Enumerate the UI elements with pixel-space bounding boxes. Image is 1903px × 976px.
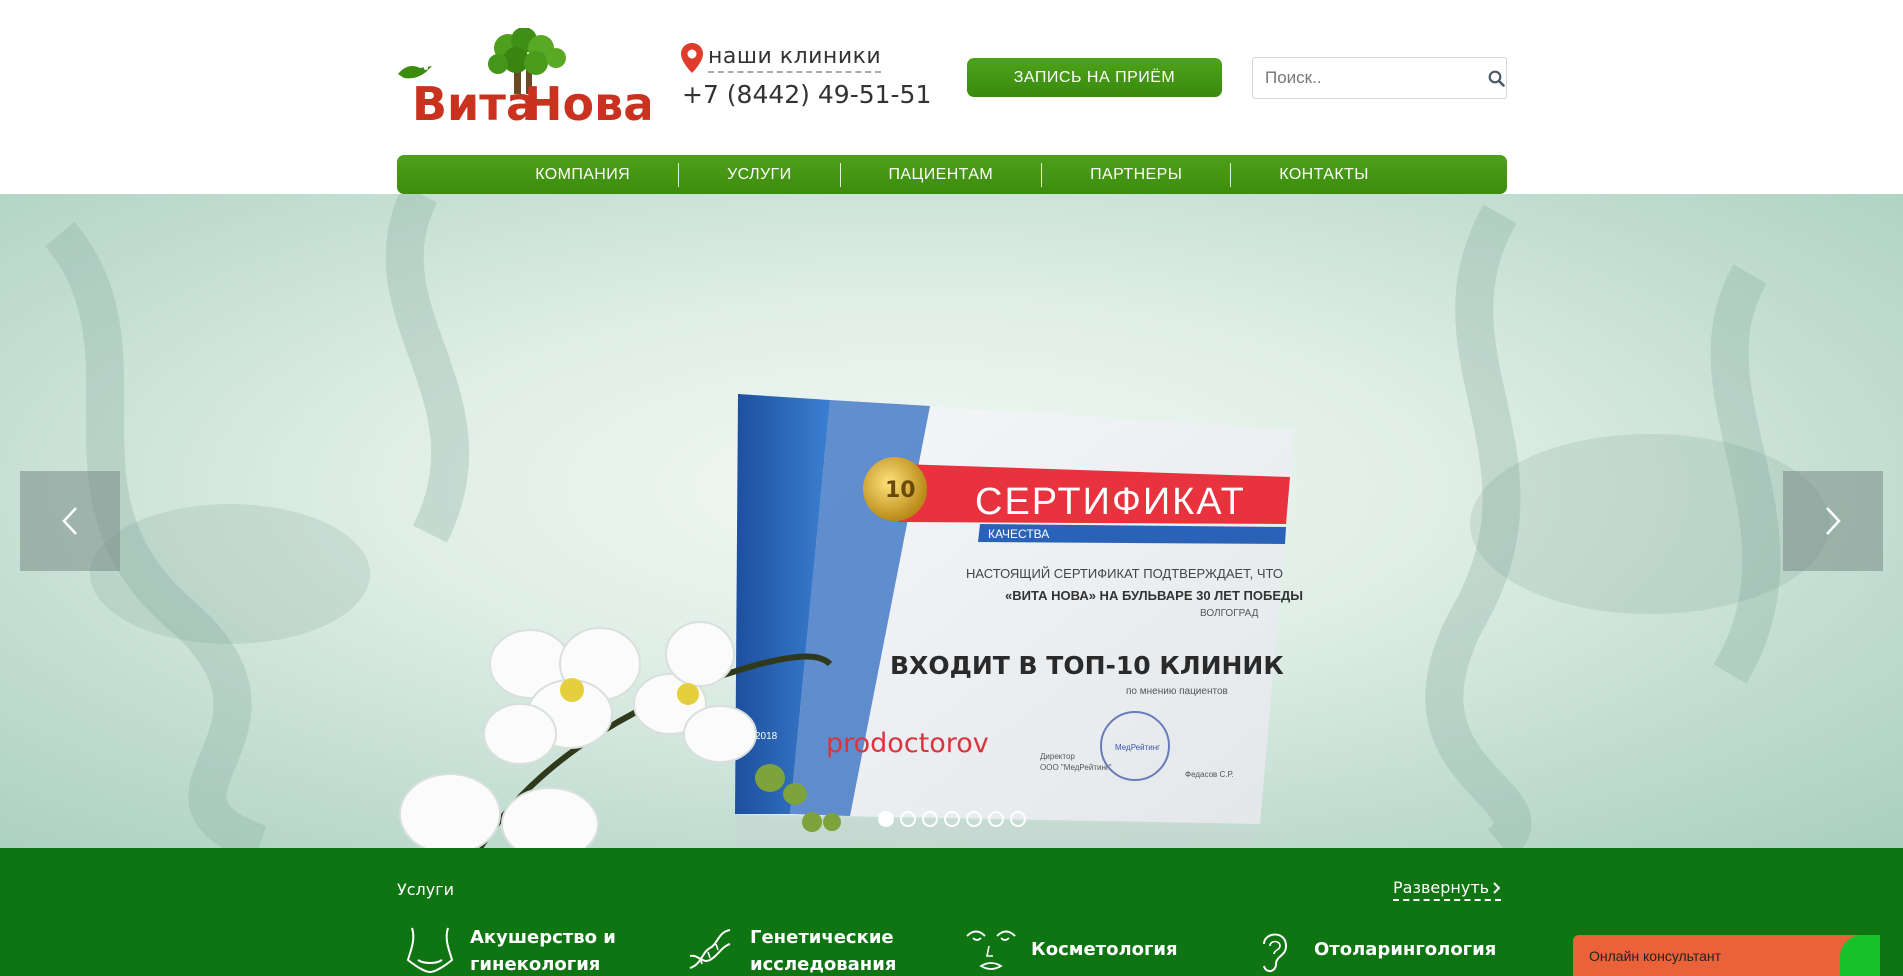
slider-dot[interactable] — [944, 811, 960, 827]
page: Вита Нова наши клиники +7 (8442) 49-51-5… — [0, 0, 1903, 976]
map-pin-icon — [681, 43, 703, 73]
slider-dot[interactable] — [966, 811, 982, 827]
prodoctorov-logo: prodoctorov — [826, 728, 989, 759]
slider-dot[interactable] — [900, 811, 916, 827]
nav-item-company[interactable]: КОМПАНИЯ — [487, 166, 678, 184]
slide-line1: НАСТОЯЩИЙ СЕРТИФИКАТ ПОДТВЕРЖДАЕТ, ЧТО — [966, 566, 1283, 581]
certificate-card: 10 СЕРТИФИКАТ КАЧЕСТВА НАСТОЯЩИЙ СЕРТИФИ… — [735, 394, 1303, 848]
nav-divider — [1230, 162, 1232, 187]
slide-city: ВОЛГОГРАД — [1200, 608, 1259, 619]
nav-divider — [839, 162, 841, 187]
logo-graphic: Вита Нова — [398, 28, 650, 128]
hero-slider: 10 СЕРТИФИКАТ КАЧЕСТВА НАСТОЯЩИЙ СЕРТИФИ… — [0, 194, 1903, 848]
service-name-line2: исследования — [750, 954, 897, 975]
slide-image: 10 СЕРТИФИКАТ КАЧЕСТВА НАСТОЯЩИЙ СЕРТИФИ… — [45, 194, 1830, 848]
nav-item-contacts[interactable]: КОНТАКТЫ — [1231, 166, 1417, 184]
stamp-text: МедРейтинг — [1115, 743, 1160, 752]
nav-divider — [1041, 162, 1043, 187]
service-name: Косметология — [1031, 939, 1178, 960]
chevron-right-icon — [1493, 881, 1501, 894]
slider-dot[interactable] — [1010, 811, 1026, 827]
slide-small-text: по мнению пациентов — [1126, 686, 1228, 697]
slider-dot[interactable] — [878, 811, 894, 827]
consultant-status-indicator — [1840, 935, 1880, 976]
search-box — [1252, 57, 1507, 99]
expand-label: Развернуть — [1393, 878, 1490, 897]
slide-headline: СЕРТИФИКАТ — [975, 481, 1246, 523]
search-input[interactable] — [1253, 58, 1486, 98]
badge-number: 10 — [885, 478, 916, 503]
logo-word-nova: Нова — [524, 77, 650, 128]
service-name: Отоларингология — [1314, 939, 1497, 960]
face-icon — [966, 930, 1016, 970]
nav-divider — [678, 162, 680, 187]
services-title: Услуги — [397, 880, 455, 899]
chevron-right-icon — [1826, 507, 1841, 535]
slide-company: ООО "МедРейтинг" — [1040, 763, 1112, 772]
service-name-line2: гинекология — [470, 954, 601, 975]
pelvis-icon — [406, 927, 454, 974]
search-icon[interactable] — [1486, 58, 1506, 98]
dna-icon — [689, 929, 731, 969]
nav-item-patients[interactable]: ПАЦИЕНТАМ — [841, 166, 1042, 184]
appointment-button[interactable]: ЗАПИСЬ НА ПРИЁМ — [967, 58, 1222, 97]
clinics-label: наши клиники — [708, 44, 882, 73]
chevron-left-icon — [62, 507, 77, 535]
service-name-line1: Генетические — [750, 927, 894, 948]
slide-sub: КАЧЕСТВА — [988, 527, 1049, 541]
online-consultant-button[interactable]: Онлайн консультант — [1573, 935, 1873, 976]
expand-services-link[interactable]: Развернуть — [1393, 878, 1502, 901]
slide-line2: «ВИТА НОВА» НА БУЛЬВАРЕ 30 ЛЕТ ПОБЕДЫ — [1005, 588, 1303, 603]
ear-icon — [1263, 933, 1288, 972]
main-nav: КОМПАНИЯ УСЛУГИ ПАЦИЕНТАМ ПАРТНЕРЫ КОНТА… — [397, 155, 1507, 194]
site-logo[interactable]: Вита Нова — [396, 28, 650, 128]
slide-year: 2018 — [755, 731, 778, 742]
service-name-line1: Акушерство и — [470, 927, 616, 948]
service-item-otolaryngology[interactable]: Отоларингология — [1246, 924, 1496, 976]
logo-word-vita: Вита — [412, 77, 537, 128]
slide-main-text: ВХОДИТ В ТОП-10 КЛИНИК — [890, 651, 1284, 680]
phone-number[interactable]: +7 (8442) 49-51-51 — [682, 80, 931, 109]
slider-next-button[interactable] — [1783, 471, 1883, 571]
slide-director: Директор — [1040, 752, 1075, 761]
slide-signature: Федасов С.Р. — [1185, 770, 1234, 779]
slider-dot[interactable] — [922, 811, 938, 827]
clinics-link[interactable]: наши клиники — [680, 40, 882, 76]
service-item-cosmetology[interactable]: Косметология — [963, 924, 1178, 976]
slider-prev-button[interactable] — [20, 471, 120, 571]
site-header: Вита Нова наши клиники +7 (8442) 49-51-5… — [0, 0, 1903, 194]
nav-item-services[interactable]: УСЛУГИ — [679, 166, 839, 184]
nav-item-partners[interactable]: ПАРТНЕРЫ — [1042, 166, 1230, 184]
service-item-obstetrics[interactable]: Акушерство и гинекология — [402, 924, 616, 976]
slider-dot[interactable] — [988, 811, 1004, 827]
service-item-genetics[interactable]: Генетические исследования — [682, 924, 896, 976]
slider-pagination — [878, 811, 1026, 827]
